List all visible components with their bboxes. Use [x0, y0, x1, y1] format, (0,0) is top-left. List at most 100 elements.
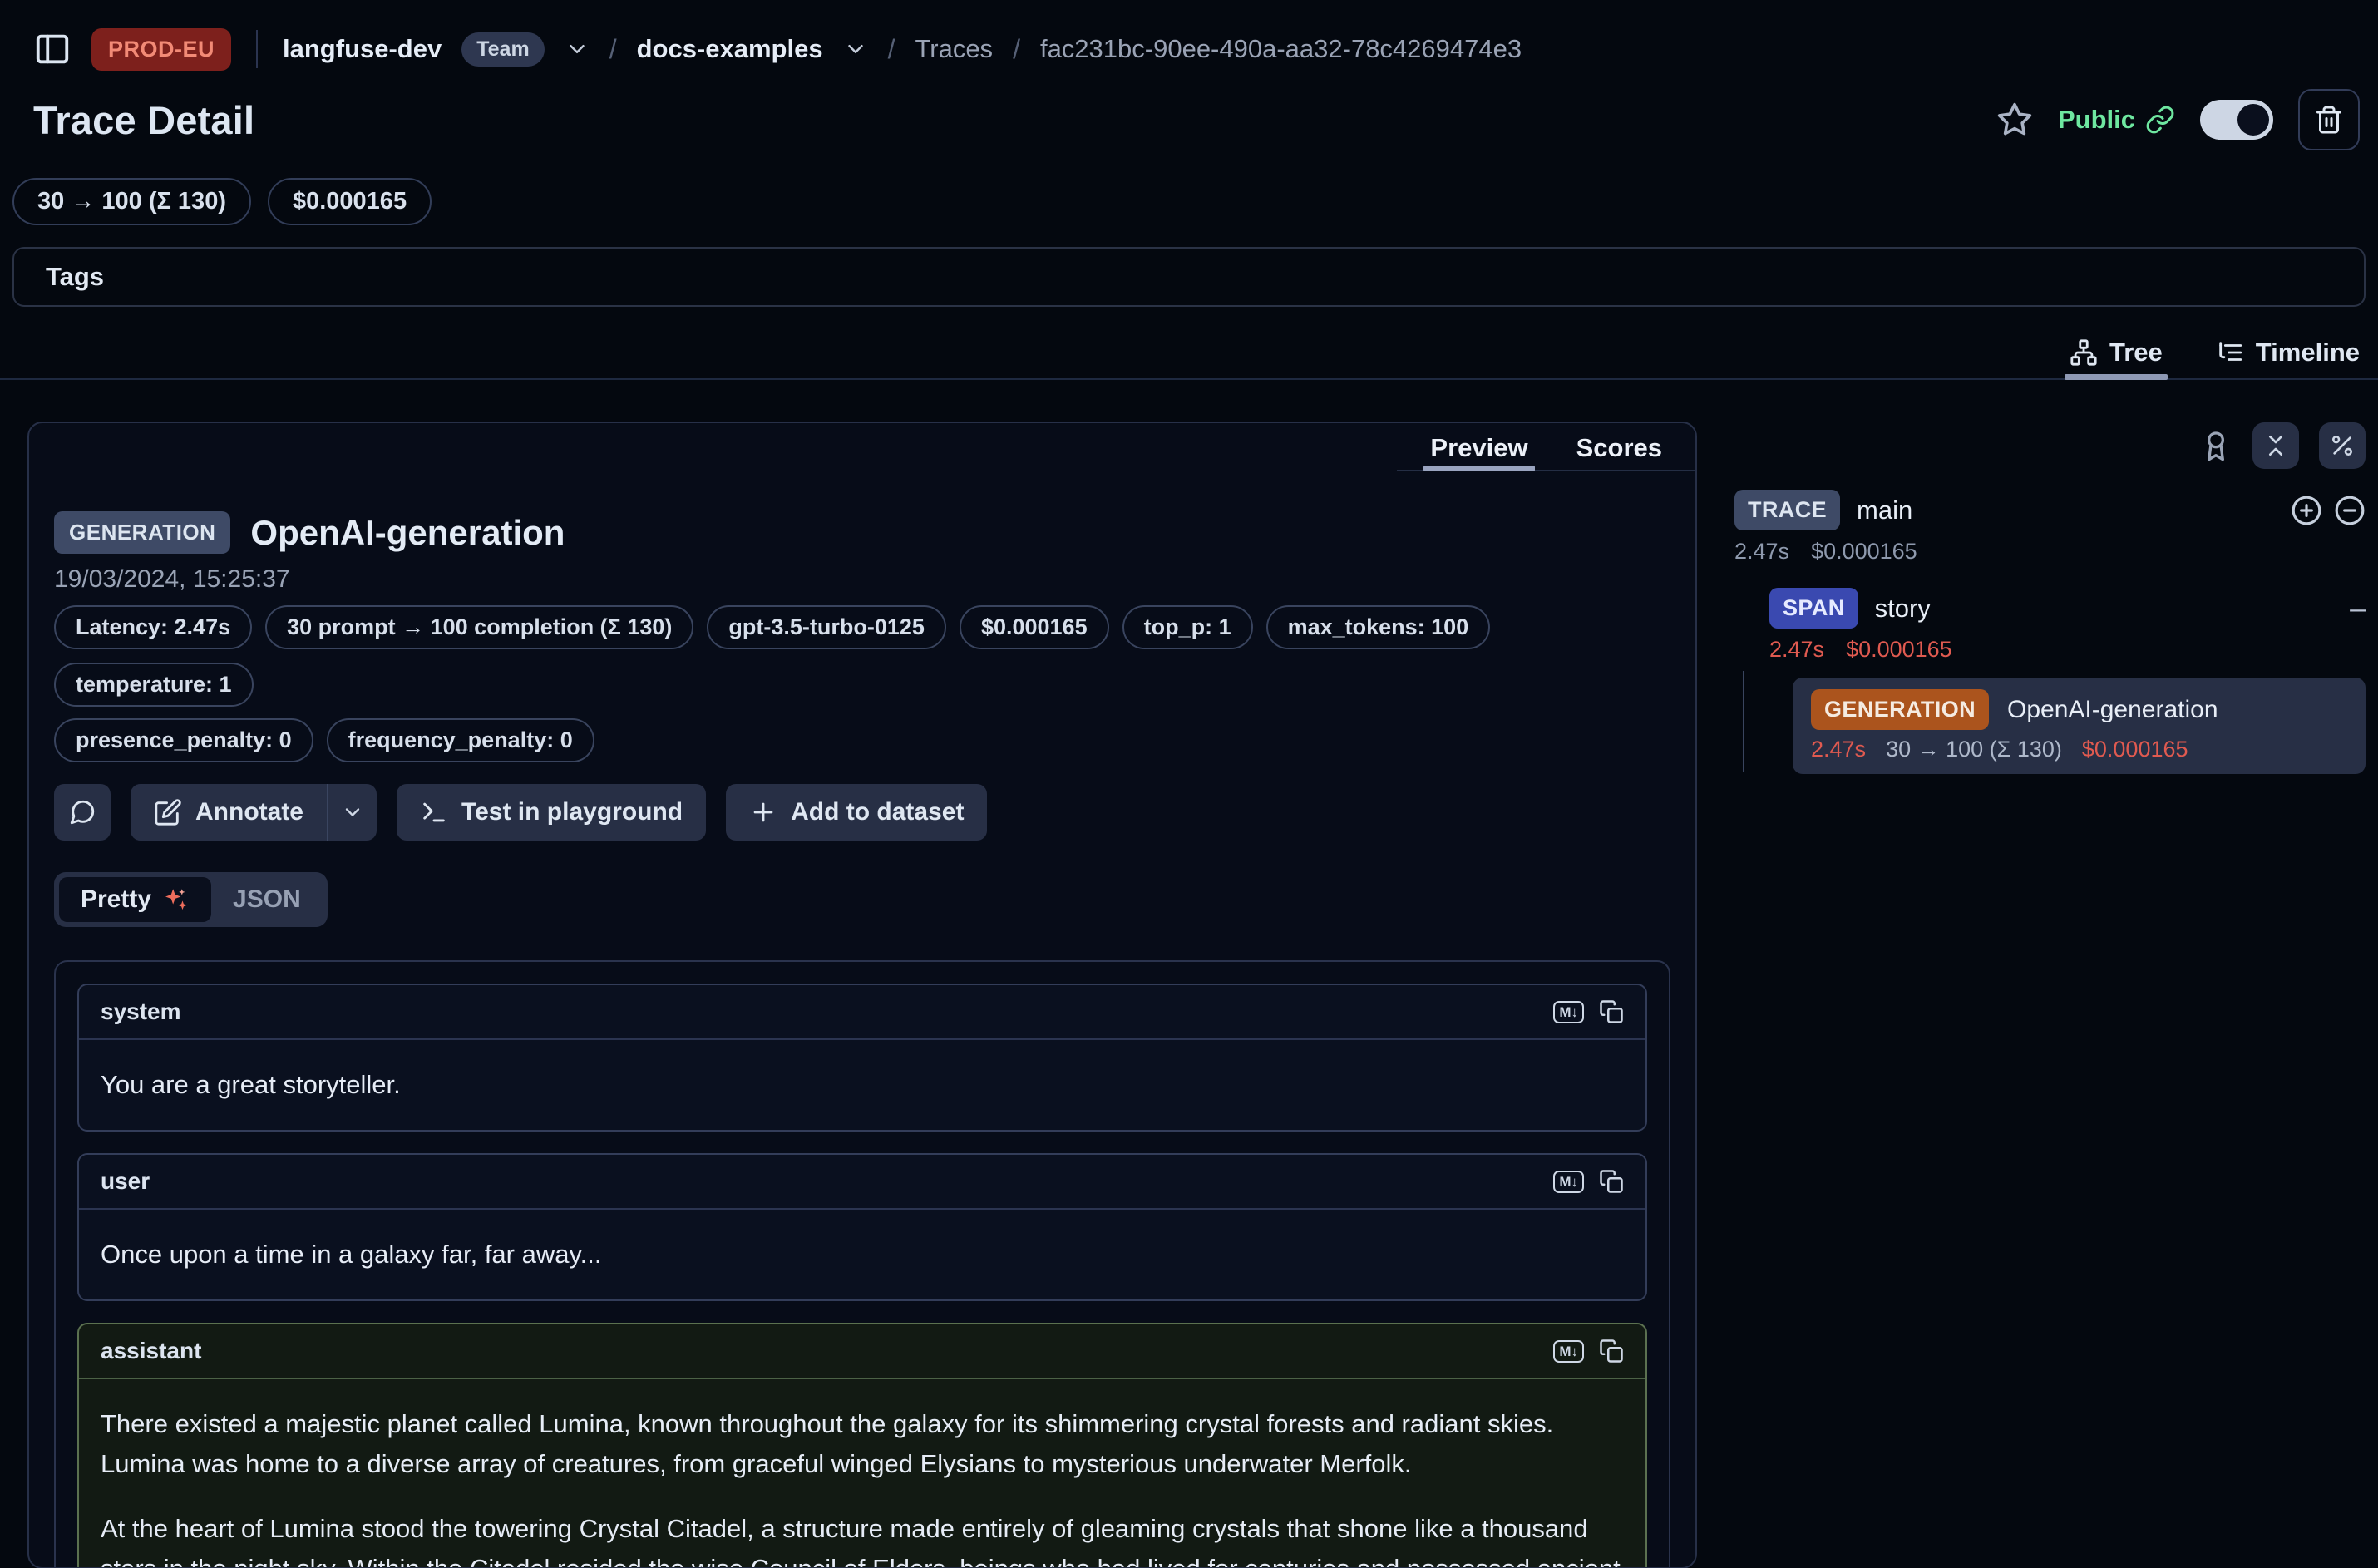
top-p-chip: top_p: 1 — [1122, 605, 1253, 649]
generation-name: OpenAI-generation — [2007, 696, 2218, 724]
pretty-toggle[interactable]: Pretty — [59, 877, 211, 922]
message-content: Once upon a time in a galaxy far, far aw… — [79, 1210, 1645, 1299]
breadcrumb-project[interactable]: docs-examples — [637, 34, 823, 64]
model-chip[interactable]: gpt-3.5-turbo-0125 — [707, 605, 946, 649]
copy-icon[interactable] — [1599, 1169, 1624, 1194]
breadcrumb-separator: / — [888, 34, 895, 65]
trace-metrics: 2.47s $0.000165 — [1734, 539, 2366, 565]
plus-icon — [749, 798, 777, 826]
tree-icon — [2070, 338, 2098, 367]
tree-node-generation-selected[interactable]: GENERATION OpenAI-generation 2.47s 30 → … — [1793, 678, 2366, 774]
message-content: You are a great storyteller. — [79, 1040, 1645, 1130]
tab-scores[interactable]: Scores — [1576, 433, 1662, 470]
assistant-message-header: assistant M↓ — [79, 1324, 1645, 1379]
annotate-label: Annotate — [195, 798, 303, 826]
copy-icon[interactable] — [1599, 1339, 1624, 1363]
timeline-icon — [2216, 338, 2244, 367]
link-icon — [2145, 105, 2175, 135]
award-icon[interactable] — [2199, 429, 2232, 462]
generation-metrics: 2.47s 30 → 100 (Σ 130) $0.000165 — [1811, 737, 2347, 762]
annotate-icon — [154, 798, 182, 826]
trace-summary-chips: 30 → 100 (Σ 130) $0.000165 — [0, 153, 2378, 225]
generation-latency: 2.47s — [1811, 737, 1866, 762]
markdown-toggle-icon[interactable]: M↓ — [1553, 1171, 1584, 1193]
tree-node-span[interactable]: SPAN story – — [1769, 588, 2366, 629]
token-chip: 30 prompt → 100 completion (Σ 130) — [265, 605, 693, 649]
user-message: user M↓ Once upon a time in a galaxy far… — [77, 1153, 1647, 1301]
message-text: You are a great storyteller. — [101, 1065, 1624, 1105]
delete-trace-button[interactable] — [2298, 89, 2360, 150]
breadcrumb-separator: / — [609, 34, 617, 65]
message-tools: M↓ — [1553, 1339, 1624, 1363]
tree-zoom-controls — [2291, 495, 2366, 526]
trace-tree-panel: TRACE main 2.47s $0.000165 SPAN — [1734, 422, 2366, 774]
span-metrics: 2.47s $0.000165 — [1769, 637, 2366, 663]
trace-cost: $0.000165 — [1811, 539, 1917, 565]
messages-container: system M↓ You are a great storyteller. — [54, 960, 1670, 1568]
observation-title: OpenAI-generation — [250, 513, 565, 553]
public-link[interactable]: Public — [2058, 105, 2175, 135]
message-text: Once upon a time in a galaxy far, far aw… — [101, 1235, 1624, 1275]
trace-badge: TRACE — [1734, 490, 1840, 530]
message-role: assistant — [101, 1338, 201, 1364]
span-name: story — [1875, 594, 1931, 624]
message-content: There existed a majestic planet called L… — [79, 1379, 1645, 1568]
tags-label: Tags — [46, 262, 104, 292]
chevron-down-icon[interactable] — [843, 37, 868, 62]
tags-container[interactable]: Tags — [12, 247, 2366, 307]
copy-icon[interactable] — [1599, 999, 1624, 1024]
breadcrumb-traces[interactable]: Traces — [915, 34, 993, 64]
test-in-playground-button[interactable]: Test in playground — [397, 784, 706, 841]
view-tabs: Tree Timeline — [0, 327, 2378, 380]
json-toggle[interactable]: JSON — [211, 877, 323, 922]
markdown-toggle-icon[interactable]: M↓ — [1553, 1340, 1584, 1363]
page-title: Trace Detail — [33, 97, 254, 143]
add-to-dataset-label: Add to dataset — [791, 798, 964, 826]
public-toggle[interactable] — [2200, 100, 2273, 140]
content: Preview Scores GENERATION OpenAI-generat… — [0, 422, 2378, 1568]
observation-chips-row2: presence_penalty: 0 frequency_penalty: 0 — [54, 718, 1670, 762]
chevron-down-icon[interactable] — [565, 37, 590, 62]
markdown-toggle-icon[interactable]: M↓ — [1553, 1001, 1584, 1023]
comment-button[interactable] — [54, 784, 111, 841]
breadcrumb-org[interactable]: langfuse-dev — [283, 34, 442, 64]
tree-node-trace[interactable]: TRACE main — [1734, 490, 2366, 530]
trace-latency: 2.47s — [1734, 539, 1789, 565]
tab-preview[interactable]: Preview — [1430, 433, 1527, 470]
pretty-label: Pretty — [81, 885, 151, 914]
message-text: At the heart of Lumina stood the towerin… — [101, 1509, 1624, 1568]
breadcrumb-divider — [256, 30, 258, 68]
add-to-dataset-button[interactable]: Add to dataset — [726, 784, 987, 841]
title-actions: Public — [1996, 89, 2360, 150]
collapse-node-icon[interactable]: – — [2350, 594, 2366, 623]
user-message-header: user M↓ — [79, 1155, 1645, 1210]
assistant-message: assistant M↓ There existed a majestic pl… — [77, 1323, 1647, 1568]
generation-cost: $0.000165 — [2082, 737, 2188, 762]
annotate-dropdown-button[interactable] — [328, 784, 377, 841]
tree-node-span-block: SPAN story – 2.47s $0.000165 GENERATION … — [1769, 588, 2366, 774]
panel-tabs: Preview Scores — [29, 423, 1695, 471]
terminal-icon — [420, 798, 448, 826]
cost-badge: $0.000165 — [268, 178, 432, 225]
chevron-down-icon — [341, 801, 364, 824]
playground-label: Test in playground — [461, 798, 683, 826]
system-message: system M↓ You are a great storyteller. — [77, 984, 1647, 1132]
star-button[interactable] — [1996, 101, 2033, 138]
metrics-toggle-button[interactable] — [2319, 422, 2366, 469]
tab-timeline[interactable]: Timeline — [2216, 327, 2360, 378]
org-type-badge: Team — [461, 32, 544, 67]
toggle-knob — [2237, 104, 2269, 136]
tab-tree[interactable]: Tree — [2070, 327, 2163, 378]
generation-row: GENERATION OpenAI-generation — [1811, 689, 2347, 730]
panel-left-icon — [33, 30, 72, 68]
minus-circle-icon[interactable] — [2334, 495, 2366, 526]
sparkles-icon — [161, 885, 190, 914]
annotate-button[interactable]: Annotate — [131, 784, 327, 841]
sidebar-toggle-button[interactable] — [33, 30, 72, 68]
message-text: There existed a majestic planet called L… — [101, 1404, 1624, 1484]
frequency-penalty-chip: frequency_penalty: 0 — [327, 718, 594, 762]
collapse-all-button[interactable] — [2252, 422, 2299, 469]
message-role: user — [101, 1168, 150, 1195]
message-role: system — [101, 998, 181, 1025]
plus-circle-icon[interactable] — [2291, 495, 2322, 526]
